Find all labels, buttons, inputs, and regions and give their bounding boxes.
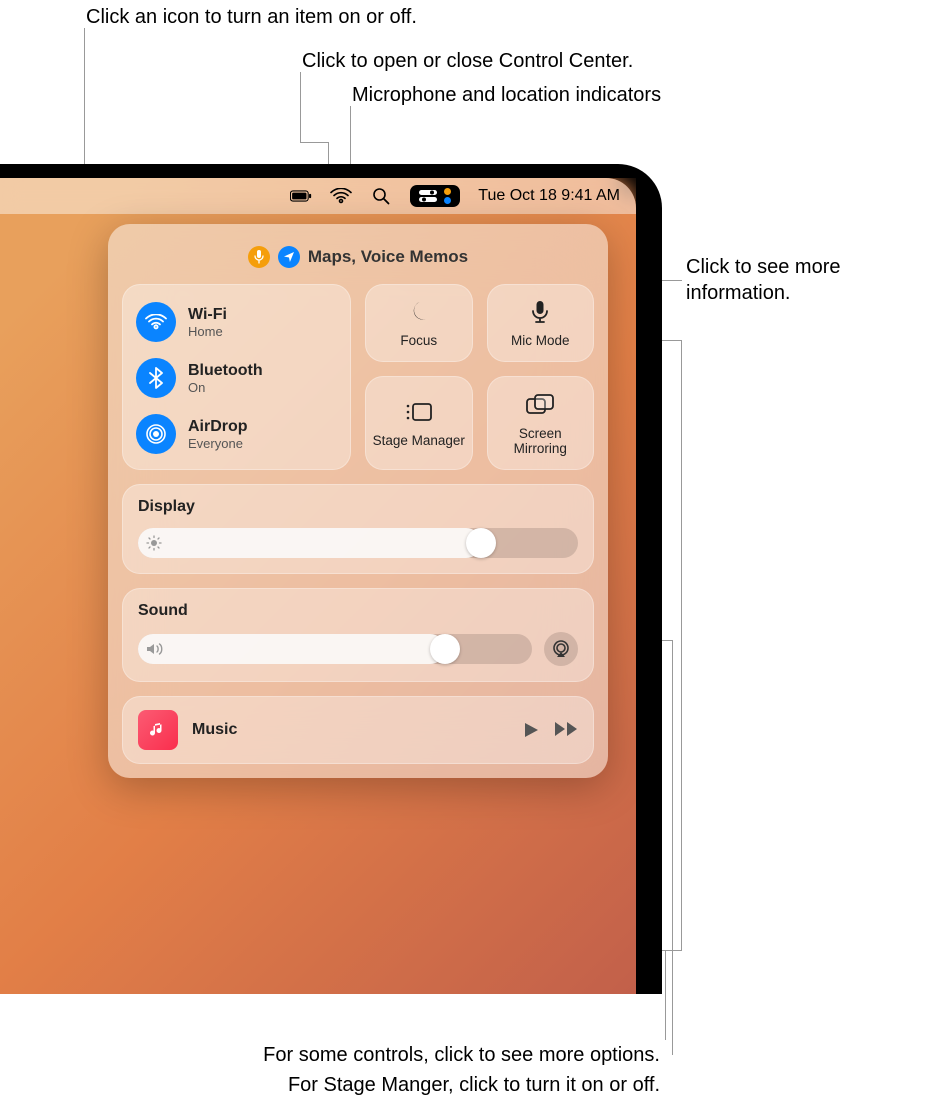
location-indicator-icon [278,246,300,268]
bluetooth-toggle[interactable]: Bluetooth On [136,350,337,406]
callout-more-options: For some controls, click to see more opt… [100,1042,660,1068]
battery-icon[interactable] [290,185,312,207]
mic-mode-tile[interactable]: Mic Mode [487,284,595,362]
mic-indicator-dot [444,188,451,195]
connectivity-tile[interactable]: Wi-Fi Home Bluetooth On [122,284,351,470]
privacy-indicator-row[interactable]: Maps, Voice Memos [122,246,594,268]
now-playing-tile[interactable]: Music [122,696,594,764]
sound-title: Sound [138,602,578,620]
wifi-title: Wi-Fi [188,306,227,324]
airdrop-toggle[interactable]: AirDrop Everyone [136,406,337,462]
screen-mirroring-icon [525,390,555,420]
callout-more-info: Click to see more information. [686,254,916,306]
sound-slider-knob[interactable] [430,634,460,664]
play-icon [522,721,540,739]
callout-mic-location: Microphone and location indicators [352,82,661,108]
callout-line [681,340,682,950]
airdrop-icon [136,414,176,454]
control-center-button[interactable] [410,185,460,207]
wifi-icon [136,302,176,342]
stage-manager-label: Stage Manager [373,433,465,449]
forward-icon [554,721,578,737]
music-title: Music [192,721,508,739]
callout-line [300,142,328,143]
focus-label: Focus [400,333,437,349]
play-button[interactable] [522,721,540,739]
callout-toggle-icon: Click an icon to turn an item on or off. [86,4,417,30]
airdrop-title: AirDrop [188,418,248,436]
music-app-icon [138,710,178,750]
spotlight-search-icon[interactable] [370,185,392,207]
menubar-datetime[interactable]: Tue Oct 18 9:41 AM [478,187,620,205]
wifi-subtitle: Home [188,324,227,339]
microphone-icon [525,297,555,327]
stage-manager-tile[interactable]: Stage Manager [365,376,473,470]
focus-tile[interactable]: Focus [365,284,473,362]
display-slider-knob[interactable] [466,528,496,558]
callout-line [665,950,666,1040]
desktop-screen: Tue Oct 18 9:41 AM Maps, Voice Memos [0,178,636,994]
brightness-low-icon [146,535,164,551]
sound-tile[interactable]: Sound [122,588,594,682]
microphone-indicator-icon [248,246,270,268]
display-tile[interactable]: Display [122,484,594,574]
bluetooth-icon [136,358,176,398]
airdrop-subtitle: Everyone [188,436,248,451]
bluetooth-title: Bluetooth [188,362,263,380]
privacy-apps-label: Maps, Voice Memos [308,247,468,267]
sound-slider[interactable] [138,634,532,664]
stage-manager-icon [404,397,434,427]
display-title: Display [138,498,578,516]
menubar: Tue Oct 18 9:41 AM [0,178,636,214]
mic-mode-label: Mic Mode [511,333,570,349]
screen-mirroring-tile[interactable]: Screen Mirroring [487,376,595,470]
moon-icon [404,297,434,327]
callout-line [672,640,673,1055]
airplay-audio-button[interactable] [544,632,578,666]
bluetooth-subtitle: On [188,380,263,395]
device-frame: Tue Oct 18 9:41 AM Maps, Voice Memos [0,164,662,994]
speaker-icon [146,642,164,656]
wifi-toggle[interactable]: Wi-Fi Home [136,294,337,350]
callout-line [300,72,301,142]
location-indicator-dot [444,197,451,204]
control-center-panel: Maps, Voice Memos Wi-Fi Home [108,224,608,778]
control-center-icon [419,190,437,202]
display-slider[interactable] [138,528,578,558]
wifi-icon[interactable] [330,185,352,207]
callout-open-close: Click to open or close Control Center. [302,48,633,74]
callout-stage-manager-note: For Stage Manger, click to turn it on or… [100,1072,660,1098]
airplay-icon [551,640,571,658]
screen-mirroring-label: Screen Mirroring [491,426,591,457]
next-track-button[interactable] [554,721,578,739]
